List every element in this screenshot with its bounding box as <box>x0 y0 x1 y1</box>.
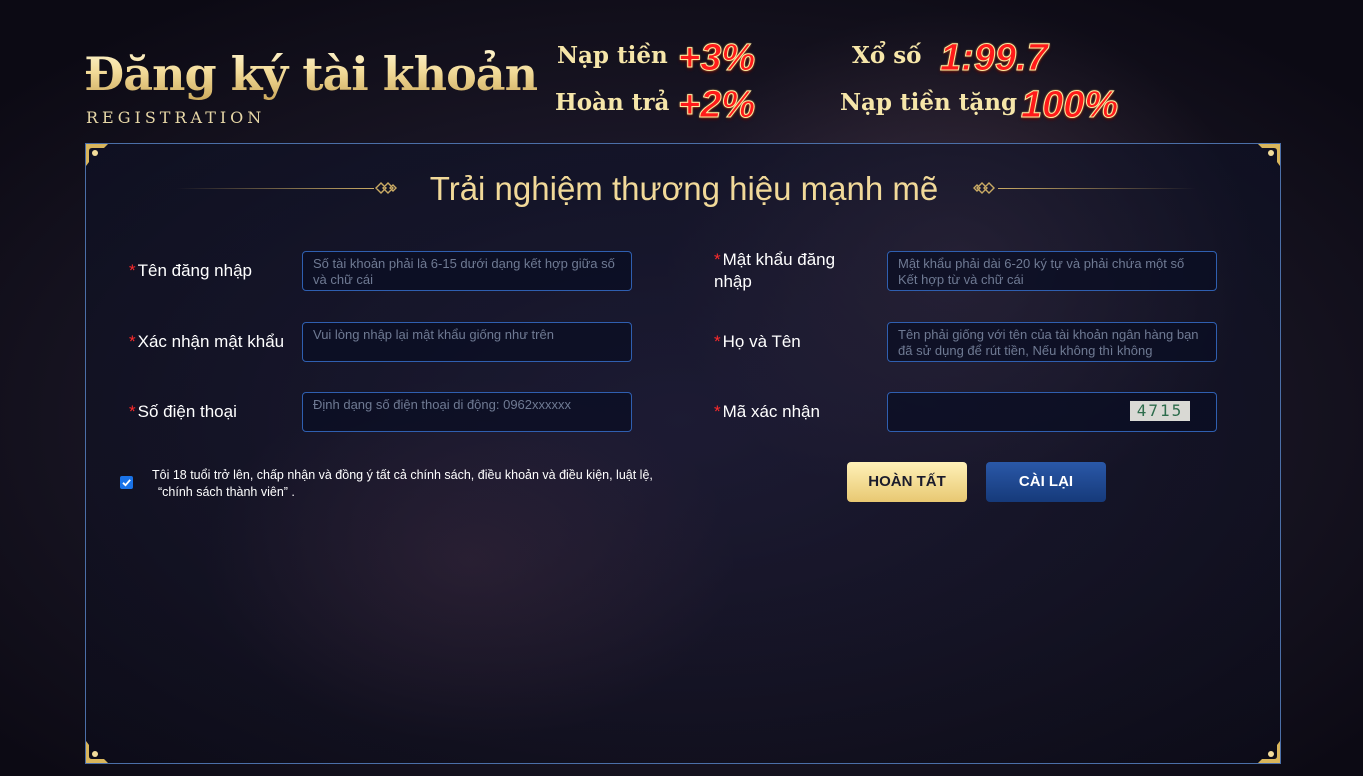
required-mark: * <box>129 261 136 280</box>
confirm-password-input[interactable]: Vui lòng nhập lại mật khẩu giống như trê… <box>302 322 632 362</box>
diamond-ornament-icon <box>972 180 996 196</box>
checkmark-icon <box>122 479 131 487</box>
promo-label-bonus: Nạp tiền tặng <box>840 89 1018 116</box>
page-subtitle: REGISTRATION <box>86 108 266 127</box>
confirm-password-label: * Xác nhận mật khẩu <box>129 332 285 351</box>
panel-heading: Trải nghiệm thương hiệu mạnh mẽ <box>86 169 1282 209</box>
corner-ornament-icon <box>1256 739 1282 765</box>
promo-value-rebate: +2% <box>677 84 756 126</box>
agreement-checkbox[interactable] <box>120 476 133 489</box>
password-input[interactable]: Mật khẩu phải dài 6-20 ký tự và phải chứ… <box>887 251 1217 291</box>
full-name-input[interactable]: Tên phải giống với tên của tài khoản ngâ… <box>887 322 1217 362</box>
corner-ornament-icon <box>84 739 110 765</box>
submit-button[interactable]: HOÀN TẤT <box>847 462 967 502</box>
captcha-input[interactable]: 4715 <box>887 392 1217 432</box>
username-input[interactable]: Số tài khoản phải là 6-15 dưới dạng kết … <box>302 251 632 291</box>
heading-divider-right <box>998 188 1196 189</box>
promo-label-deposit: Nạp tiền <box>557 42 668 69</box>
promo-value-deposit: +3% <box>677 37 756 79</box>
corner-ornament-icon <box>1256 142 1282 168</box>
captcha-image[interactable]: 4715 <box>1130 401 1190 421</box>
panel-heading-text: Trải nghiệm thương hiệu mạnh mẽ <box>429 170 939 207</box>
required-mark: * <box>714 250 721 269</box>
phone-label: * Số điện thoại <box>129 402 237 421</box>
required-mark: * <box>714 332 721 351</box>
captcha-label: * Mã xác nhận <box>714 402 820 421</box>
agreement-text: Tôi 18 tuổi trở lên, chấp nhận và đồng ý… <box>152 467 692 501</box>
promo-value-bonus: 100% <box>1020 84 1119 126</box>
reset-button[interactable]: CÀI LẠI <box>986 462 1106 502</box>
required-mark: * <box>129 402 136 421</box>
phone-input[interactable]: Định dạng số điện thoại di động: 0962xxx… <box>302 392 632 432</box>
required-mark: * <box>129 332 136 351</box>
registration-panel: Trải nghiệm thương hiệu mạnh mẽ * Tên đăn… <box>85 143 1281 764</box>
required-mark: * <box>714 402 721 421</box>
promo-label-lottery: Xổ số <box>852 42 922 69</box>
member-policy-link[interactable]: “chính sách thành viên” . <box>152 484 692 501</box>
corner-ornament-icon <box>84 142 110 168</box>
promo-value-lottery: 1:99.7 <box>940 37 1049 79</box>
promo-label-rebate: Hoàn trả <box>555 89 670 116</box>
username-label: * Tên đăng nhập <box>129 261 253 280</box>
page-title: Đăng ký tài khoản <box>84 44 538 104</box>
password-label: * Mật khẩu đăng nhập <box>714 250 836 291</box>
full-name-label: * Họ và Tên <box>714 332 801 351</box>
